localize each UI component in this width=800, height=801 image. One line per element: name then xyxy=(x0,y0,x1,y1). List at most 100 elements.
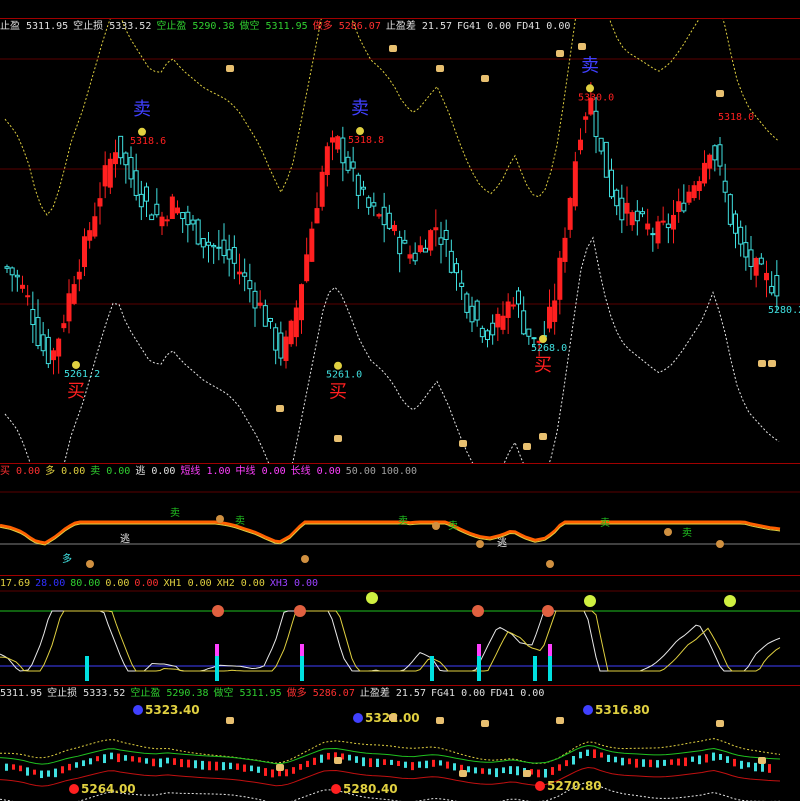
mini-candle xyxy=(628,758,631,765)
mini-candle xyxy=(565,760,568,767)
lower-band-line xyxy=(4,236,780,464)
alarm-icon xyxy=(212,605,224,617)
money-bag-icon xyxy=(301,555,309,563)
mini-candle xyxy=(705,754,708,763)
candle-body xyxy=(614,189,620,207)
candle-body xyxy=(386,212,392,229)
candle-body xyxy=(733,213,738,234)
candle-body xyxy=(392,224,397,232)
candle-body xyxy=(237,271,242,275)
price-label: 5318.6 xyxy=(130,136,166,147)
candle-body xyxy=(448,250,454,273)
money-bag-icon xyxy=(546,560,554,568)
candle-body xyxy=(371,202,377,207)
mini-candle xyxy=(229,762,232,770)
mini-price-label: 5280.40 xyxy=(343,782,398,796)
price-label: 5318.8 xyxy=(348,135,384,146)
thumb-icon xyxy=(768,360,776,367)
overview-chart-svg[interactable]: 5323.405322.005316.805264.005280.405270.… xyxy=(0,686,800,801)
candle-body xyxy=(35,317,41,347)
candle-body xyxy=(66,293,72,322)
sell-marker: 卖 xyxy=(133,99,151,120)
signal-thin-line xyxy=(0,523,781,546)
candle-body xyxy=(655,221,661,244)
mini-candle xyxy=(677,758,680,766)
mini-candle xyxy=(96,756,99,762)
oscillator-chart-svg[interactable] xyxy=(0,576,800,686)
mini-candle xyxy=(453,763,456,771)
mini-candle xyxy=(544,768,547,778)
alarm-icon xyxy=(542,605,554,617)
candle-body xyxy=(221,239,227,257)
sell-dot xyxy=(356,127,364,136)
mini-candle xyxy=(761,763,764,772)
candle-body xyxy=(500,315,506,330)
candle-body xyxy=(45,336,51,365)
candle-body xyxy=(293,307,299,338)
mini-candle xyxy=(404,761,407,768)
mini-candle xyxy=(621,757,624,766)
candle-body xyxy=(717,144,723,167)
mini-marker-dot xyxy=(331,784,341,794)
candle-body xyxy=(71,284,77,304)
candle-body xyxy=(603,141,609,178)
mini-candle xyxy=(474,767,477,774)
money-bag-icon xyxy=(664,528,672,536)
mini-candle xyxy=(320,754,323,763)
candle-body xyxy=(485,330,490,341)
candle-body xyxy=(9,267,15,276)
candle-body xyxy=(702,162,707,184)
mini-candle xyxy=(54,768,57,778)
osc-white-line xyxy=(0,610,781,672)
candle-body xyxy=(252,290,258,309)
sell-dot xyxy=(586,84,594,93)
alarm-icon xyxy=(294,605,306,617)
price-label: 5268.0 xyxy=(531,343,567,354)
mini-candle xyxy=(40,770,43,779)
mini-candle xyxy=(579,751,582,759)
candle-body xyxy=(753,258,759,276)
escape-char: 逃 xyxy=(497,536,507,549)
candle-body xyxy=(25,295,31,298)
magenta-bar xyxy=(548,644,552,656)
candle-body xyxy=(30,309,36,326)
buy-dot xyxy=(539,335,547,343)
candle-body xyxy=(712,145,718,161)
mini-candle xyxy=(439,760,442,766)
thumb-icon xyxy=(758,757,766,764)
thumb-icon xyxy=(523,443,531,450)
candle-body xyxy=(417,245,423,253)
mini-marker-dot xyxy=(583,705,593,715)
candle-body xyxy=(552,300,558,322)
mini-candle xyxy=(236,763,239,770)
mini-candle xyxy=(313,757,316,765)
candle-body xyxy=(144,186,149,202)
mini-candle xyxy=(516,766,519,776)
candle-body xyxy=(443,229,449,240)
mini-candle xyxy=(75,762,78,768)
mini-candle xyxy=(166,757,169,764)
mini-candle xyxy=(61,766,64,774)
alarm-icon xyxy=(472,605,484,617)
sell-char: 卖 xyxy=(170,507,180,519)
mini-candle xyxy=(264,768,267,776)
signal-chart-svg[interactable]: 卖卖卖卖卖卖逃 逃多 xyxy=(0,464,800,576)
candle-body xyxy=(216,246,222,249)
candle-body xyxy=(242,272,248,277)
main-chart-svg[interactable]: 卖5318.6卖5318.8卖5330.05318.05261.2买5261.0… xyxy=(0,19,800,464)
candle-body xyxy=(149,214,155,221)
mini-candle xyxy=(250,765,253,772)
candle-body xyxy=(423,247,428,253)
mini-candle xyxy=(271,769,274,778)
mini-candle xyxy=(656,760,659,768)
candle-body xyxy=(350,161,356,169)
mini-candle xyxy=(159,758,162,768)
thumb-icon xyxy=(481,75,489,82)
candle-body xyxy=(319,171,325,207)
candle-body xyxy=(469,305,475,323)
candle-body xyxy=(521,310,527,335)
candle-body xyxy=(51,350,56,361)
mini-candle xyxy=(726,756,729,763)
mini-price-label: 5323.40 xyxy=(145,703,200,717)
mini-candle xyxy=(600,752,603,758)
